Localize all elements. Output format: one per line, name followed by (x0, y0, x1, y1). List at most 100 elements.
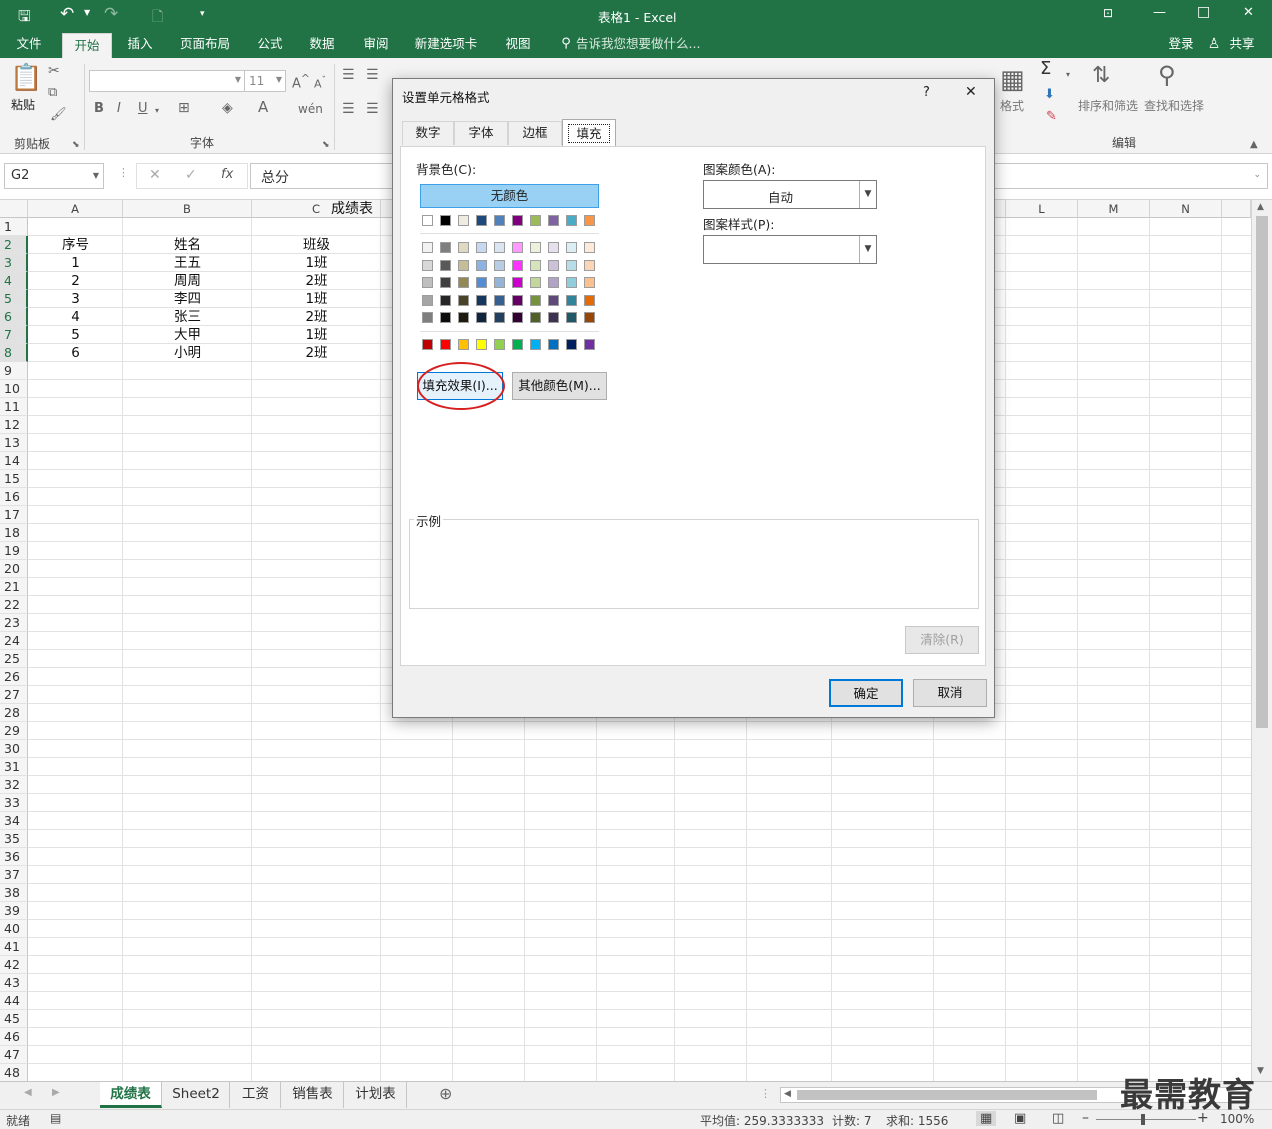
row-header[interactable]: 37 (0, 866, 28, 884)
collapse-ribbon-icon[interactable]: ▲ (1250, 138, 1258, 152)
color-swatch[interactable] (440, 242, 451, 253)
color-swatch[interactable] (440, 339, 451, 350)
italic-icon[interactable]: I (117, 102, 121, 116)
color-swatch[interactable] (548, 215, 559, 226)
color-swatch[interactable] (494, 277, 505, 288)
row-header[interactable]: 11 (0, 398, 28, 416)
zoom-slider[interactable] (1096, 1119, 1196, 1120)
row-header[interactable]: 34 (0, 812, 28, 830)
color-swatch[interactable] (512, 294, 523, 306)
color-swatch[interactable] (422, 259, 433, 271)
row-header[interactable]: 41 (0, 938, 28, 956)
column-header-b[interactable]: B (123, 200, 252, 218)
vertical-scrollbar[interactable]: ▲ ▼ (1251, 200, 1272, 1081)
color-swatch[interactable] (476, 294, 487, 306)
row-header[interactable]: 23 (0, 614, 28, 632)
redo-icon[interactable]: ↷ (104, 4, 118, 24)
color-swatch[interactable] (584, 242, 595, 253)
color-swatch[interactable] (440, 312, 451, 323)
no-color-button[interactable]: 无颜色 (420, 184, 599, 208)
clipboard-launcher-icon[interactable]: ⬊ (72, 138, 80, 152)
align-top-icon[interactable]: ☰ (342, 68, 355, 82)
color-swatch[interactable] (530, 294, 541, 306)
tab-new-tab[interactable]: 新建选项卡 (406, 30, 486, 58)
scroll-thumb[interactable] (1256, 216, 1268, 728)
scroll-down-icon[interactable]: ▼ (1257, 1066, 1264, 1076)
dialog-help-button[interactable]: ? (923, 85, 930, 100)
scroll-sheets-right-icon[interactable]: ▶ (52, 1087, 60, 1098)
color-swatch[interactable] (440, 215, 451, 226)
page-layout-view-icon[interactable]: ▣ (1014, 1111, 1026, 1126)
pattern-style-select[interactable]: ▼ (703, 235, 877, 264)
color-swatch[interactable] (422, 312, 433, 323)
dialog-close-button[interactable]: ✕ (965, 84, 977, 100)
dialog-tab-fill[interactable]: 填充 (562, 119, 616, 147)
color-swatch[interactable] (566, 215, 577, 226)
row-header[interactable]: 32 (0, 776, 28, 794)
normal-view-icon[interactable]: ▦ (976, 1111, 997, 1126)
scroll-left-icon[interactable]: ◀ (784, 1089, 791, 1099)
color-swatch[interactable] (476, 215, 487, 226)
color-swatch[interactable] (548, 277, 559, 288)
format-painter-icon[interactable]: 🖌 (50, 108, 67, 122)
table-cell[interactable]: 4 (28, 308, 123, 326)
column-header-a[interactable]: A (28, 200, 123, 218)
sheet-tab-plan[interactable]: 计划表 (345, 1082, 407, 1108)
color-swatch[interactable] (494, 215, 505, 226)
row-header[interactable]: 15 (0, 470, 28, 488)
tab-view[interactable]: 视图 (496, 30, 540, 58)
color-swatch[interactable] (512, 339, 523, 350)
row-header[interactable]: 47 (0, 1046, 28, 1064)
color-swatch[interactable] (422, 277, 433, 288)
table-cell[interactable]: 张三 (123, 308, 252, 326)
ok-button[interactable]: 确定 (829, 679, 903, 707)
table-cell[interactable]: 周周 (123, 272, 252, 290)
expand-formula-icon[interactable]: ⌄ (1253, 170, 1261, 180)
macro-record-icon[interactable]: ▤ (50, 1111, 61, 1125)
ribbon-options-icon[interactable]: ⊡ (1103, 6, 1113, 20)
row-header[interactable]: 46 (0, 1028, 28, 1046)
save-icon[interactable]: 🖫 (18, 6, 31, 31)
paste-icon[interactable]: 📋 (10, 64, 42, 92)
align-left-icon[interactable]: ☰ (342, 102, 355, 116)
row-header[interactable]: 38 (0, 884, 28, 902)
tab-file[interactable]: 文件 (0, 30, 58, 58)
tab-formulas[interactable]: 公式 (248, 30, 292, 58)
phonetic-icon[interactable]: wén (298, 102, 323, 116)
color-swatch[interactable] (440, 294, 451, 306)
header-cell[interactable]: 姓名 (123, 236, 252, 254)
table-cell[interactable]: 2 (28, 272, 123, 290)
color-swatch[interactable] (458, 294, 469, 306)
color-swatch[interactable] (566, 259, 577, 271)
color-swatch[interactable] (530, 339, 541, 350)
align-center-icon[interactable]: ☰ (366, 102, 379, 116)
format-button[interactable]: 格式 (1000, 99, 1024, 113)
select-all-corner[interactable] (0, 200, 28, 218)
color-swatch[interactable] (566, 242, 577, 253)
table-cell[interactable]: 3 (28, 290, 123, 308)
font-color-icon[interactable]: A (258, 100, 268, 115)
color-swatch[interactable] (494, 339, 505, 350)
row-header[interactable]: 28 (0, 704, 28, 722)
row-header[interactable]: 13 (0, 434, 28, 452)
color-swatch[interactable] (548, 259, 559, 271)
color-swatch[interactable] (512, 242, 523, 253)
row-header[interactable]: 4 (0, 272, 28, 290)
find-select-button[interactable]: 查找和选择 (1144, 99, 1204, 113)
share-button[interactable]: 共享 (1224, 30, 1260, 58)
table-cell[interactable]: 1班 (252, 254, 381, 272)
pattern-color-select[interactable]: 自动 ▼ (703, 180, 877, 209)
color-swatch[interactable] (476, 312, 487, 323)
table-cell[interactable]: 小明 (123, 344, 252, 362)
table-cell[interactable]: 1班 (252, 326, 381, 344)
table-cell[interactable]: 1 (28, 254, 123, 272)
row-header[interactable]: 44 (0, 992, 28, 1010)
row-header[interactable]: 20 (0, 560, 28, 578)
color-swatch[interactable] (548, 242, 559, 253)
row-header[interactable]: 6 (0, 308, 28, 326)
insert-function-icon[interactable]: fx (221, 167, 233, 182)
row-header[interactable]: 31 (0, 758, 28, 776)
tab-page-layout[interactable]: 页面布局 (170, 30, 240, 58)
page-break-view-icon[interactable]: ◫ (1052, 1111, 1064, 1126)
customize-toolbar-icon[interactable]: ▾ (200, 9, 205, 19)
